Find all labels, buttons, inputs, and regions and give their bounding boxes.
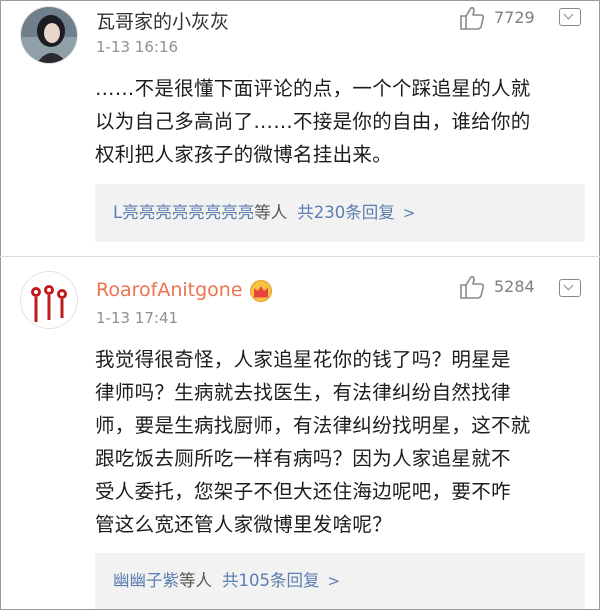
timestamp: 1-13 16:16: [96, 38, 179, 56]
divider: [0, 256, 600, 257]
chevron-right-icon[interactable]: >: [328, 572, 341, 590]
comment-text-line: 我觉得很奇怪，人家追星花你的钱了吗？明星是: [95, 348, 511, 371]
comment-text: 我觉得很奇怪，人家追星花你的钱了吗？明星是 律师吗？生病就去找医生，有法律纠纷自…: [95, 343, 585, 541]
chevron-right-icon[interactable]: >: [403, 204, 416, 222]
avatar[interactable]: [20, 6, 78, 64]
thumbs-up-icon[interactable]: [459, 5, 485, 31]
reply-names[interactable]: 幽幽子紫: [113, 571, 179, 590]
comment-text-line: 律师吗？生病就去找医生，有法律纠纷自然找律: [95, 381, 511, 404]
timestamp: 1-13 17:41: [96, 309, 179, 327]
username[interactable]: 瓦哥家的小灰灰: [96, 7, 229, 34]
comment-text-line: 师，要是生病找厨师，有法律纠纷找明星，这不就: [95, 414, 531, 437]
comment-text-line: 跟吃饭去厕所吃一样有病吗？因为人家追星就不: [95, 447, 511, 470]
comment-text: ……不是很懂下面评论的点，一个个踩追星的人就 以为自己多高尚了……不接是你的自由…: [95, 72, 585, 171]
crown-icon: [249, 279, 272, 302]
reply-summary[interactable]: 幽幽子紫等人 共105条回复 >: [95, 553, 585, 609]
reply-suffix: 等人: [254, 203, 288, 222]
username[interactable]: RoarofAnitgone: [96, 279, 273, 302]
comment-text-line: 权利把人家孩子的微博名挂出来。: [95, 143, 393, 166]
reply-suffix: 等人: [179, 571, 212, 590]
like-count: 7729: [494, 8, 535, 27]
reply-total-link[interactable]: 共230条回复: [297, 203, 395, 222]
comment-text-line: ……不是很懂下面评论的点，一个个踩追星的人就: [95, 77, 531, 100]
username-text[interactable]: RoarofAnitgone: [96, 279, 243, 301]
avatar[interactable]: [20, 271, 78, 329]
comment-text-line: 管这么宽还管人家微博里发啥呢？: [95, 513, 393, 536]
thumbs-up-icon[interactable]: [459, 274, 485, 300]
comment-text-line: 以为自己多高尚了……不接是你的自由，谁给你的: [95, 110, 531, 133]
reply-summary[interactable]: L亮亮亮亮亮亮亮亮等人 共230条回复 >: [95, 184, 585, 242]
like-count: 5284: [494, 277, 535, 296]
reply-names[interactable]: L亮亮亮亮亮亮亮亮: [113, 203, 254, 222]
reply-total-link[interactable]: 共105条回复: [222, 571, 320, 590]
chevron-down-icon[interactable]: [559, 8, 581, 26]
comment-text-line: 受人委托，您架子不但大还住海边呢吧，要不咋: [95, 480, 511, 503]
chevron-down-icon[interactable]: [559, 279, 581, 297]
